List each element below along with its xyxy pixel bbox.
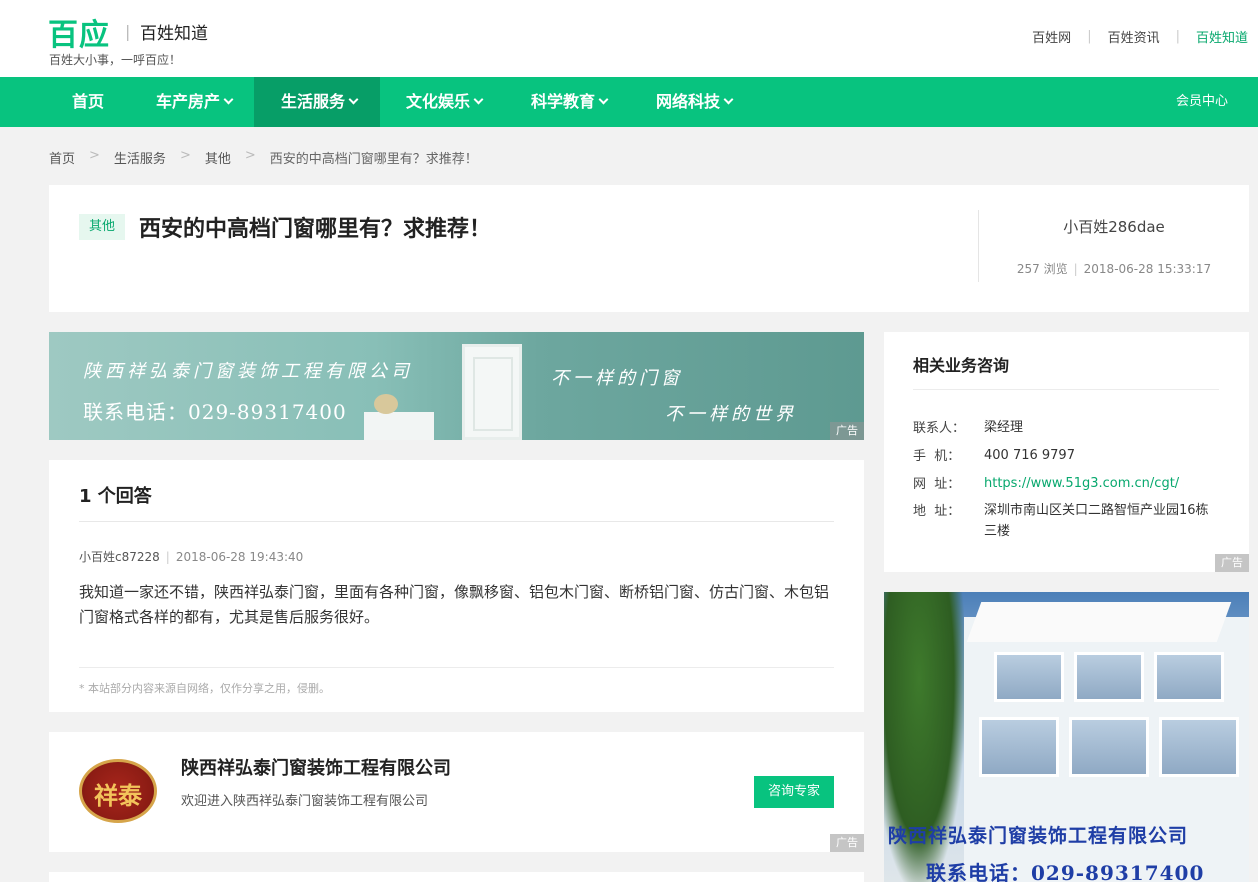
company-name[interactable]: 陕西祥弘泰门窗装饰工程有限公司 xyxy=(181,754,451,780)
banner-ad[interactable]: 陕西祥弘泰门窗装饰工程有限公司 联系电话：029-89317400 不一样的门窗… xyxy=(49,332,864,440)
sidebar-image-ad[interactable]: 陕西祥弘泰门窗装饰工程有限公司 联系电话：029-89317400 xyxy=(884,592,1249,882)
nav-item-culture[interactable]: 文化娱乐 xyxy=(406,77,484,127)
nav-item-science[interactable]: 科学教育 xyxy=(531,77,609,127)
window-graphic xyxy=(1154,652,1224,702)
top-links: 百姓网 | 百姓资讯 | 百姓知道 xyxy=(1032,27,1248,46)
chevron-down-icon xyxy=(348,94,359,105)
question-time: 2018-06-28 15:33:17 xyxy=(1083,262,1212,276)
door-graphic xyxy=(462,344,522,440)
question-meta: 257 浏览 | 2018-06-28 15:33:17 xyxy=(979,260,1249,277)
chevron-down-icon xyxy=(473,94,484,105)
consult-value: 400 716 9797 xyxy=(984,448,1075,463)
consult-label: 手 机： xyxy=(913,449,961,464)
main-nav: 首页 车产房产 生活服务 文化娱乐 科学教育 网络科技 会员中心 xyxy=(0,77,1258,127)
next-card xyxy=(49,872,864,882)
consult-row-phone: 手 机： 400 716 9797 xyxy=(913,445,1219,466)
nav-item-label: 科学教育 xyxy=(531,92,596,111)
toplink-separator: | xyxy=(1087,29,1092,44)
question-card: 其他 西安的中高档门窗哪里有？求推荐！ 小百姓286dae 257 浏览 | 201… xyxy=(49,185,1249,312)
ad-badge: 广告 xyxy=(830,422,864,440)
company-card: 祥泰 陕西祥弘泰门窗装饰工程有限公司 欢迎进入陕西祥弘泰门窗装饰工程有限公司 咨… xyxy=(49,732,864,852)
vase-graphic xyxy=(374,394,398,414)
breadcrumb-life-service[interactable]: 生活服务 xyxy=(114,148,166,167)
answer-author[interactable]: 小百姓c87228 xyxy=(79,550,160,564)
consult-row-contact: 联系人： 梁经理 xyxy=(913,417,1219,438)
nav-item-label: 车产房产 xyxy=(156,92,221,111)
nav-item-tech[interactable]: 网络科技 xyxy=(656,77,734,127)
window-graphic xyxy=(994,652,1064,702)
banner-phone: 联系电话：029-89317400 xyxy=(83,400,347,424)
company-description: 欢迎进入陕西祥弘泰门窗装饰工程有限公司 xyxy=(181,794,429,809)
banner-slogan-2: 不一样的世界 xyxy=(665,404,797,425)
divider xyxy=(79,521,834,522)
toplink-separator: | xyxy=(1175,29,1180,44)
breadcrumb: 首页 > 生活服务 > 其他 > 西安的中高档门窗哪里有？求推荐！ xyxy=(49,148,478,167)
nav-item-label: 网络科技 xyxy=(656,92,721,111)
banner-slogan-1: 不一样的门窗 xyxy=(551,368,683,389)
chevron-right-icon: > xyxy=(89,148,100,163)
company-logo-text: 祥泰 xyxy=(94,781,142,810)
site-logo[interactable]: 百应 xyxy=(48,10,110,54)
breadcrumb-home[interactable]: 首页 xyxy=(49,148,75,167)
consult-label: 地 址： xyxy=(913,504,961,519)
toplink-baixingwang[interactable]: 百姓网 xyxy=(1032,27,1071,46)
consult-card: 相关业务咨询 联系人： 梁经理 手 机： 400 716 9797 网 址： h… xyxy=(884,332,1249,572)
consult-label: 网 址： xyxy=(913,477,961,492)
top-header: 百应 | 百姓知道 百姓大小事，一呼百应！ 百姓网 | 百姓资讯 | 百姓知道 xyxy=(0,0,1258,77)
view-count: 257 浏览 xyxy=(1016,262,1068,276)
question-title: 西安的中高档门窗哪里有？求推荐！ xyxy=(139,217,492,242)
divider xyxy=(79,667,834,668)
window-graphic xyxy=(1159,717,1239,777)
site-slogan: 百姓大小事，一呼百应！ xyxy=(49,53,182,67)
window-graphic xyxy=(1074,652,1144,702)
consult-value: 深圳市南山区关口二路智恒产业园16栋三楼 xyxy=(984,503,1209,539)
chevron-right-icon: > xyxy=(179,148,191,163)
consult-expert-button[interactable]: 咨询专家 xyxy=(754,776,834,808)
chevron-down-icon xyxy=(723,94,734,105)
meta-separator: | xyxy=(1073,262,1078,276)
side-ad-phone: 联系电话：029-89317400 xyxy=(926,861,1205,882)
nav-item-life-service[interactable]: 生活服务 xyxy=(254,77,380,127)
consult-title: 相关业务咨询 xyxy=(913,356,1010,375)
nav-item-label: 生活服务 xyxy=(281,92,346,111)
nav-item-home[interactable]: 首页 xyxy=(72,77,104,127)
roof-graphic xyxy=(966,602,1232,642)
toplink-baixingzhidao[interactable]: 百姓知道 xyxy=(1196,27,1248,46)
breadcrumb-current: 西安的中高档门窗哪里有？求推荐！ xyxy=(269,152,478,167)
chevron-down-icon xyxy=(223,94,234,105)
nav-item-car-house[interactable]: 车产房产 xyxy=(156,77,234,127)
nav-item-label: 首页 xyxy=(72,92,105,111)
site-name[interactable]: 百姓知道 xyxy=(140,19,208,44)
window-graphic xyxy=(1069,717,1149,777)
answer-count: 1 个回答 xyxy=(79,486,152,507)
meta-separator: | xyxy=(165,550,170,564)
chevron-right-icon: > xyxy=(244,148,256,163)
cabinet-graphic xyxy=(364,412,434,440)
answer-text: 我知道一家还不错，陕西祥弘泰门窗，里面有各种门窗，像飘移窗、铝包木门窗、断桥铝门… xyxy=(79,583,830,626)
website-link[interactable]: https://www.51g3.com.cn/cgt/ xyxy=(984,473,1219,494)
company-logo[interactable]: 祥泰 xyxy=(79,759,157,823)
logo-divider: | xyxy=(125,22,131,41)
banner-company: 陕西祥弘泰门窗装饰工程有限公司 xyxy=(83,361,413,382)
window-graphic xyxy=(979,717,1059,777)
question-category-tag[interactable]: 其他 xyxy=(79,214,125,240)
consult-value: 梁经理 xyxy=(984,420,1024,435)
consult-row-website: 网 址： https://www.51g3.com.cn/cgt/ xyxy=(913,473,1219,494)
answer-meta: 小百姓c87228 | 2018-06-28 19:43:40 xyxy=(79,548,303,565)
answers-card: 1 个回答 小百姓c87228 | 2018-06-28 19:43:40 我知道一… xyxy=(49,460,864,712)
member-center-link[interactable]: 会员中心 xyxy=(1176,77,1228,127)
toplink-baixingzixun[interactable]: 百姓资讯 xyxy=(1108,27,1160,46)
divider xyxy=(913,389,1219,390)
ad-badge: 广告 xyxy=(1215,554,1249,572)
disclaimer-note: * 本站部分内容来源自网络，仅作分享之用，侵删。 xyxy=(79,682,330,695)
consult-label: 联系人： xyxy=(913,421,966,436)
side-ad-company: 陕西祥弘泰门窗装饰工程有限公司 xyxy=(888,825,1189,847)
consult-row-address: 地 址： 深圳市南山区关口二路智恒产业园16栋三楼 xyxy=(913,500,1219,542)
ad-badge: 广告 xyxy=(830,834,864,852)
answer-time: 2018-06-28 19:43:40 xyxy=(175,550,304,564)
chevron-down-icon xyxy=(598,94,609,105)
breadcrumb-other[interactable]: 其他 xyxy=(205,148,231,167)
question-author[interactable]: 小百姓286dae xyxy=(979,216,1249,237)
nav-item-label: 文化娱乐 xyxy=(406,92,471,111)
